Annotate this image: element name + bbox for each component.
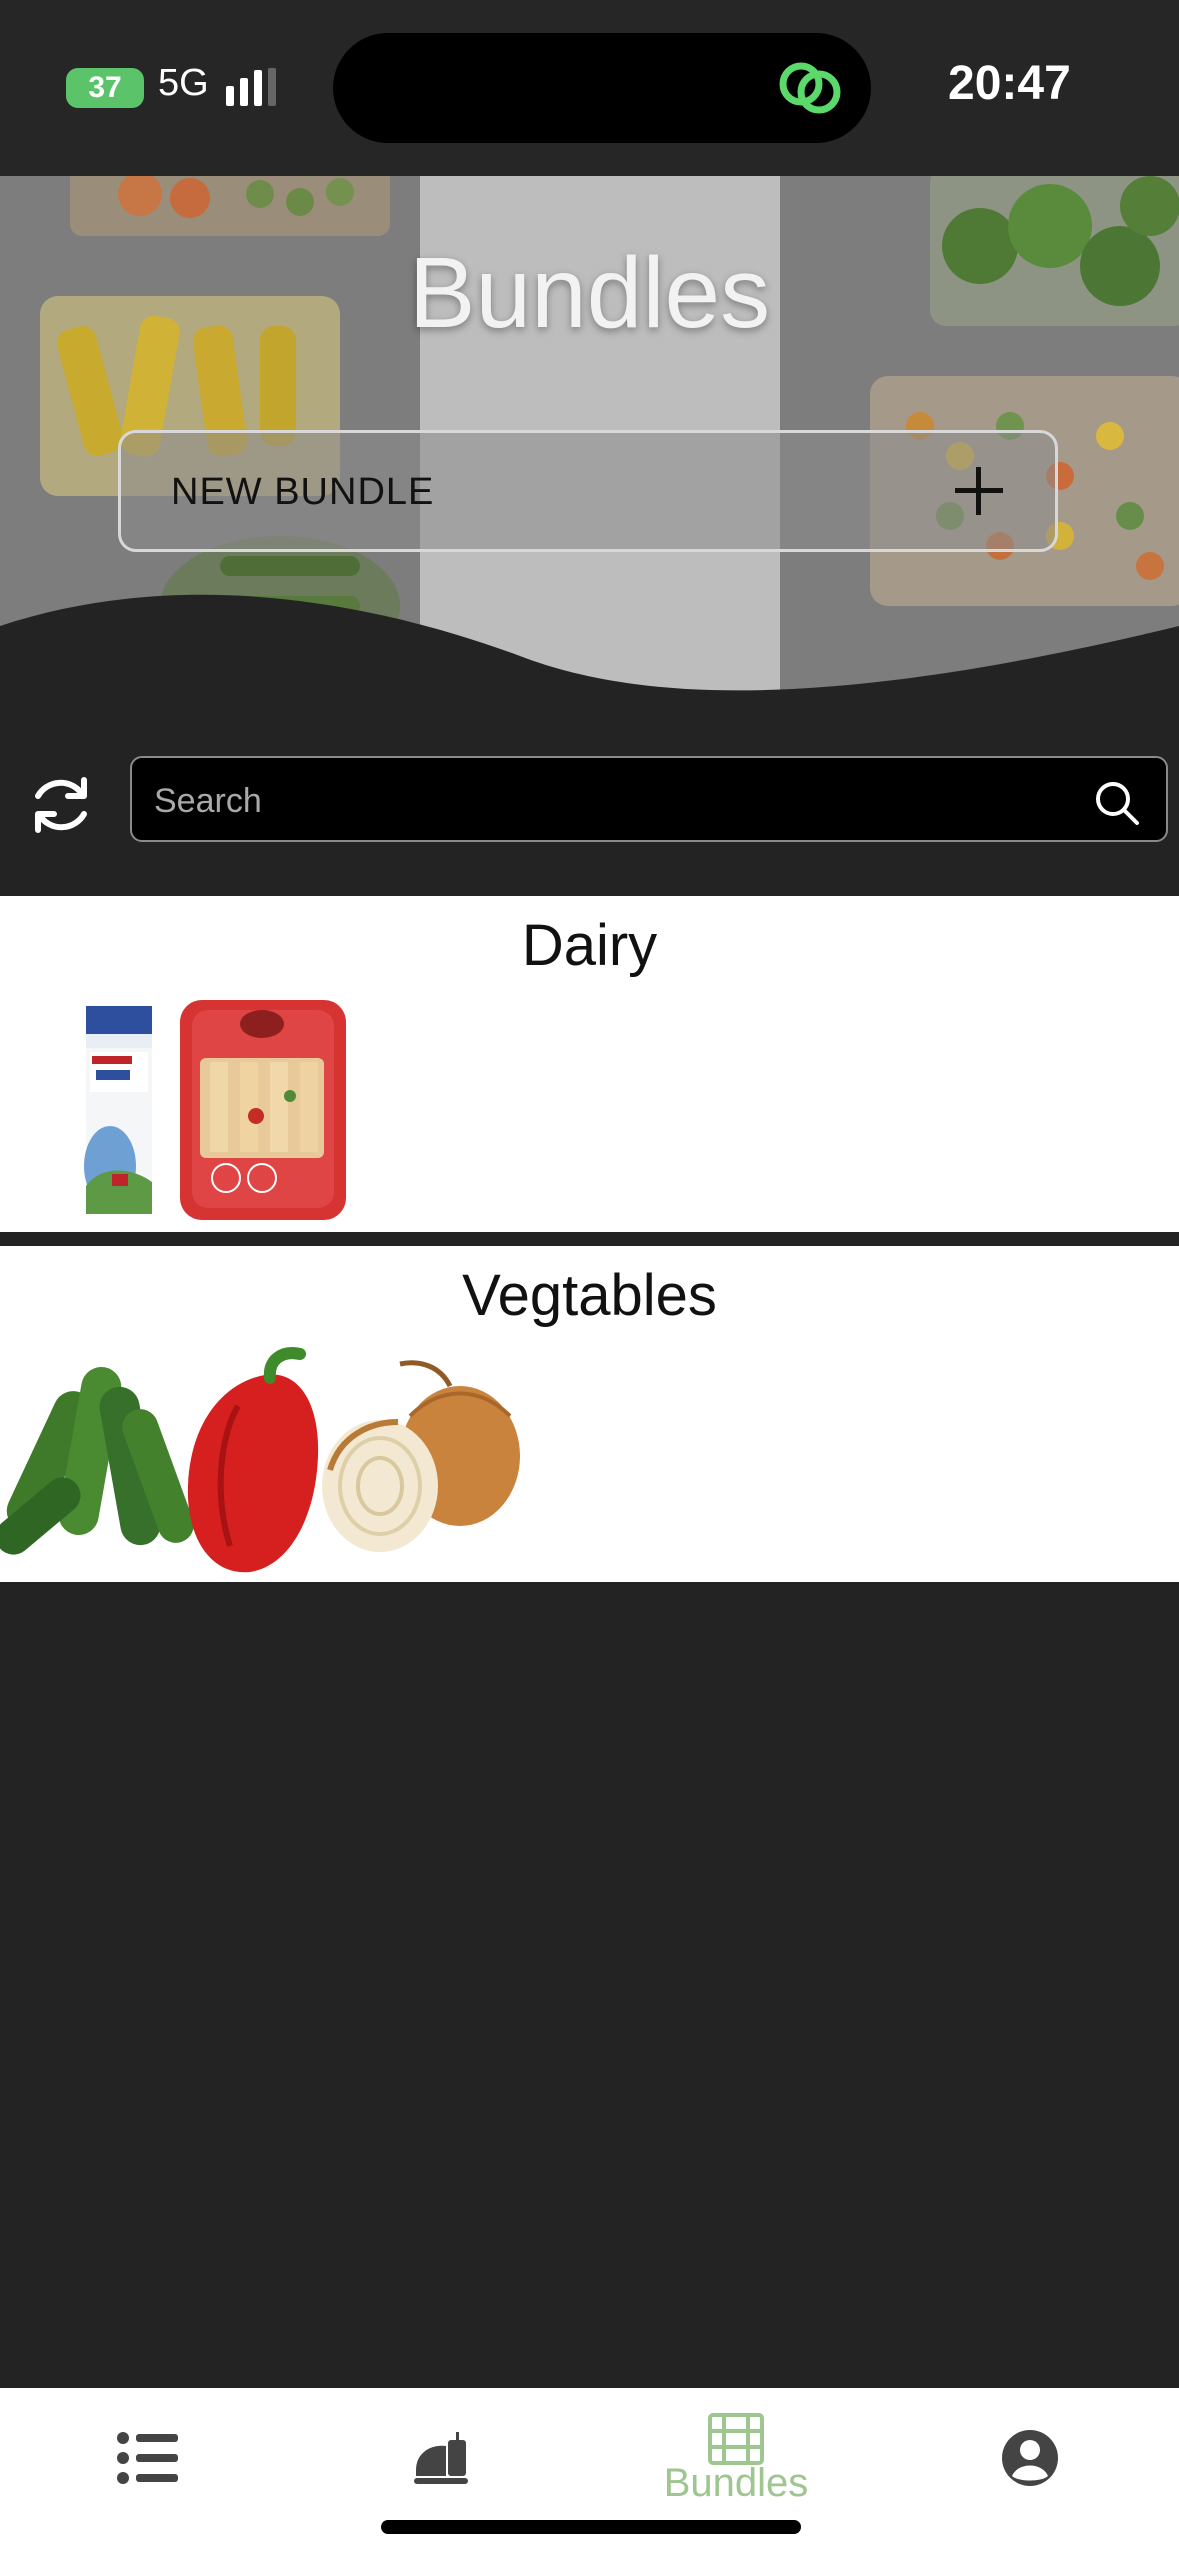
onion-image [322,1360,520,1552]
page-title: Bundles [408,237,771,349]
status-bar: 37 5G 20:47 [0,0,1179,176]
tab-food[interactable] [382,2388,502,2528]
pasta-tray-image [180,1000,346,1220]
battery-indicator: 37 [66,68,144,108]
bundles-icon [708,2412,764,2465]
bundle-thumbnails [84,1000,346,1220]
new-bundle-button[interactable]: NEW BUNDLE [118,430,1058,552]
home-indicator [381,2520,801,2534]
food-icon [414,2432,468,2484]
new-bundle-label: NEW BUNDLE [171,471,435,513]
search-icon[interactable] [1094,780,1140,826]
milk-carton-image [84,1006,152,1214]
bundle-title: Vegtables [462,1263,717,1328]
battery-level: 37 [88,71,122,104]
profile-icon [1002,2430,1058,2486]
cucumbers-image [0,1366,194,1555]
tab-profile[interactable] [970,2388,1090,2528]
bundle-title: Dairy [521,913,658,978]
network-type: 5G [158,62,209,104]
search-input[interactable] [152,776,1056,826]
bundle-thumbnails [0,1347,520,1573]
tab-lists[interactable] [88,2388,208,2528]
bundle-card-dairy[interactable]: Dairy [0,896,1179,1232]
clock: 20:47 [948,57,1071,110]
signal-icon [226,68,276,106]
plus-icon [955,467,1003,515]
link-icon [779,62,841,114]
bundle-card-vegetables[interactable]: Vegtables [0,1246,1179,1582]
hero-banner: Bundles NEW BUNDLE [0,176,1179,756]
tab-bundles[interactable]: Bundles [626,2388,846,2528]
refresh-icon[interactable] [26,770,96,840]
red-pepper-image [187,1347,319,1573]
search-box[interactable] [130,756,1168,842]
list-icon [117,2432,178,2484]
tab-bundles-label: Bundles [663,2460,809,2505]
